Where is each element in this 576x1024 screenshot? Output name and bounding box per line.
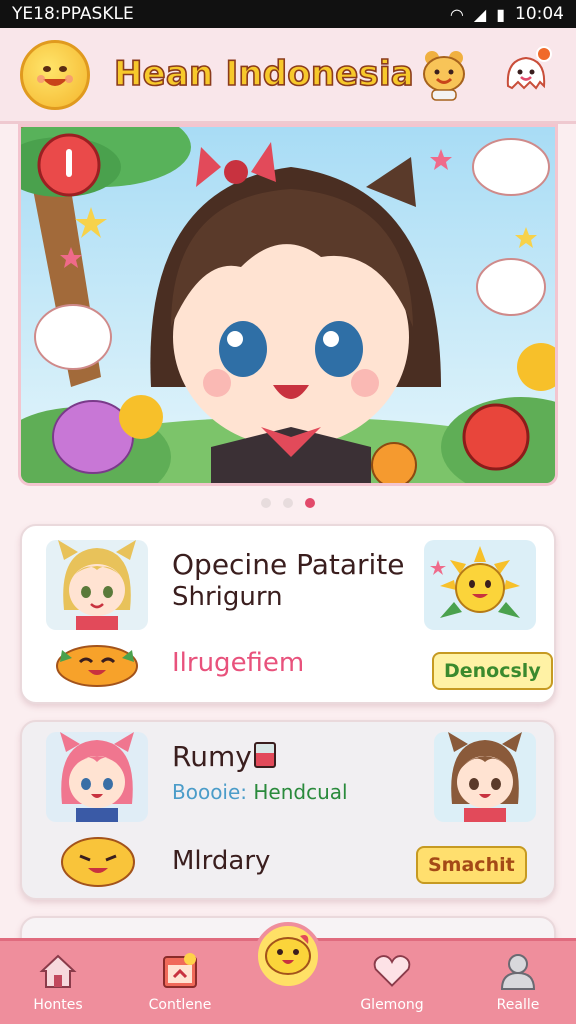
card-subtitle: Ilrugefiem <box>172 648 305 678</box>
carousel-dot-active[interactable] <box>305 498 315 508</box>
bear-mascot-icon[interactable] <box>416 44 472 104</box>
status-left-text: YE18:PPASKLE <box>12 4 134 24</box>
chick-mascot-icon <box>58 832 138 890</box>
wifi-icon: ◠ <box>449 4 464 24</box>
app-title: Hean Indonesia <box>113 53 414 95</box>
carousel-dot[interactable] <box>283 498 293 508</box>
nav-label: Realle <box>496 997 540 1013</box>
card-meta-value: Hendcual <box>253 780 348 804</box>
status-bar: YE18:PPASKLE ◠ ◢ ▮ 10:04 <box>0 0 576 28</box>
signal-icon: ◢ <box>473 4 487 24</box>
card-action-button[interactable]: Denocsly <box>432 652 553 690</box>
nav-label: Contlene <box>148 997 212 1013</box>
nav-item-favorites[interactable]: Glemong <box>342 951 442 1023</box>
bookmark-icon[interactable] <box>254 742 276 768</box>
nav-center-button[interactable] <box>254 922 322 990</box>
smiley-mascot-icon[interactable] <box>20 40 90 110</box>
bird-mascot-icon <box>262 930 314 982</box>
feature-card[interactable]: Opecine Patarite Shrigurn Ilrugefiem Den… <box>20 524 556 704</box>
nav-item-home[interactable]: Hontes <box>8 951 108 1023</box>
app-header: Hean Indonesia <box>0 28 576 124</box>
card-subtitle: Mlrdary <box>172 846 271 876</box>
nav-item-profile[interactable]: Realle <box>468 951 568 1023</box>
feature-card[interactable]: Rumy Boooie: Hendcual Mlrdary Smachit <box>20 720 556 900</box>
brown-hair-girl-avatar <box>434 732 536 822</box>
calendar-icon <box>160 951 200 991</box>
heart-icon <box>372 951 412 991</box>
card-title-line1: Opecine Patarite <box>172 548 405 581</box>
pink-hair-girl-avatar <box>46 732 148 822</box>
card-title: Rumy <box>172 740 252 773</box>
nav-label: Glemong <box>360 997 424 1013</box>
card-action-button[interactable]: Smachit <box>416 846 527 884</box>
sun-mascot-icon <box>424 540 536 630</box>
card-meta: Boooie: Hendcual <box>172 780 348 804</box>
notification-badge <box>536 46 552 62</box>
hero-banner[interactable] <box>18 124 558 486</box>
home-icon <box>38 951 78 991</box>
card-meta-label: Boooie: <box>172 780 248 804</box>
status-time: 10:04 <box>515 4 564 24</box>
battery-icon: ▮ <box>496 4 505 24</box>
nav-label: Hontes <box>33 997 83 1013</box>
user-icon <box>498 951 538 991</box>
orange-mascot-icon <box>52 640 142 688</box>
ghost-mascot-icon[interactable] <box>498 44 554 104</box>
card-title-line2: Shrigurn <box>172 582 283 612</box>
blonde-girl-avatar <box>46 540 148 630</box>
carousel-indicator <box>0 498 576 508</box>
carousel-dot[interactable] <box>261 498 271 508</box>
nav-item-calendar[interactable]: Contlene <box>130 951 230 1023</box>
